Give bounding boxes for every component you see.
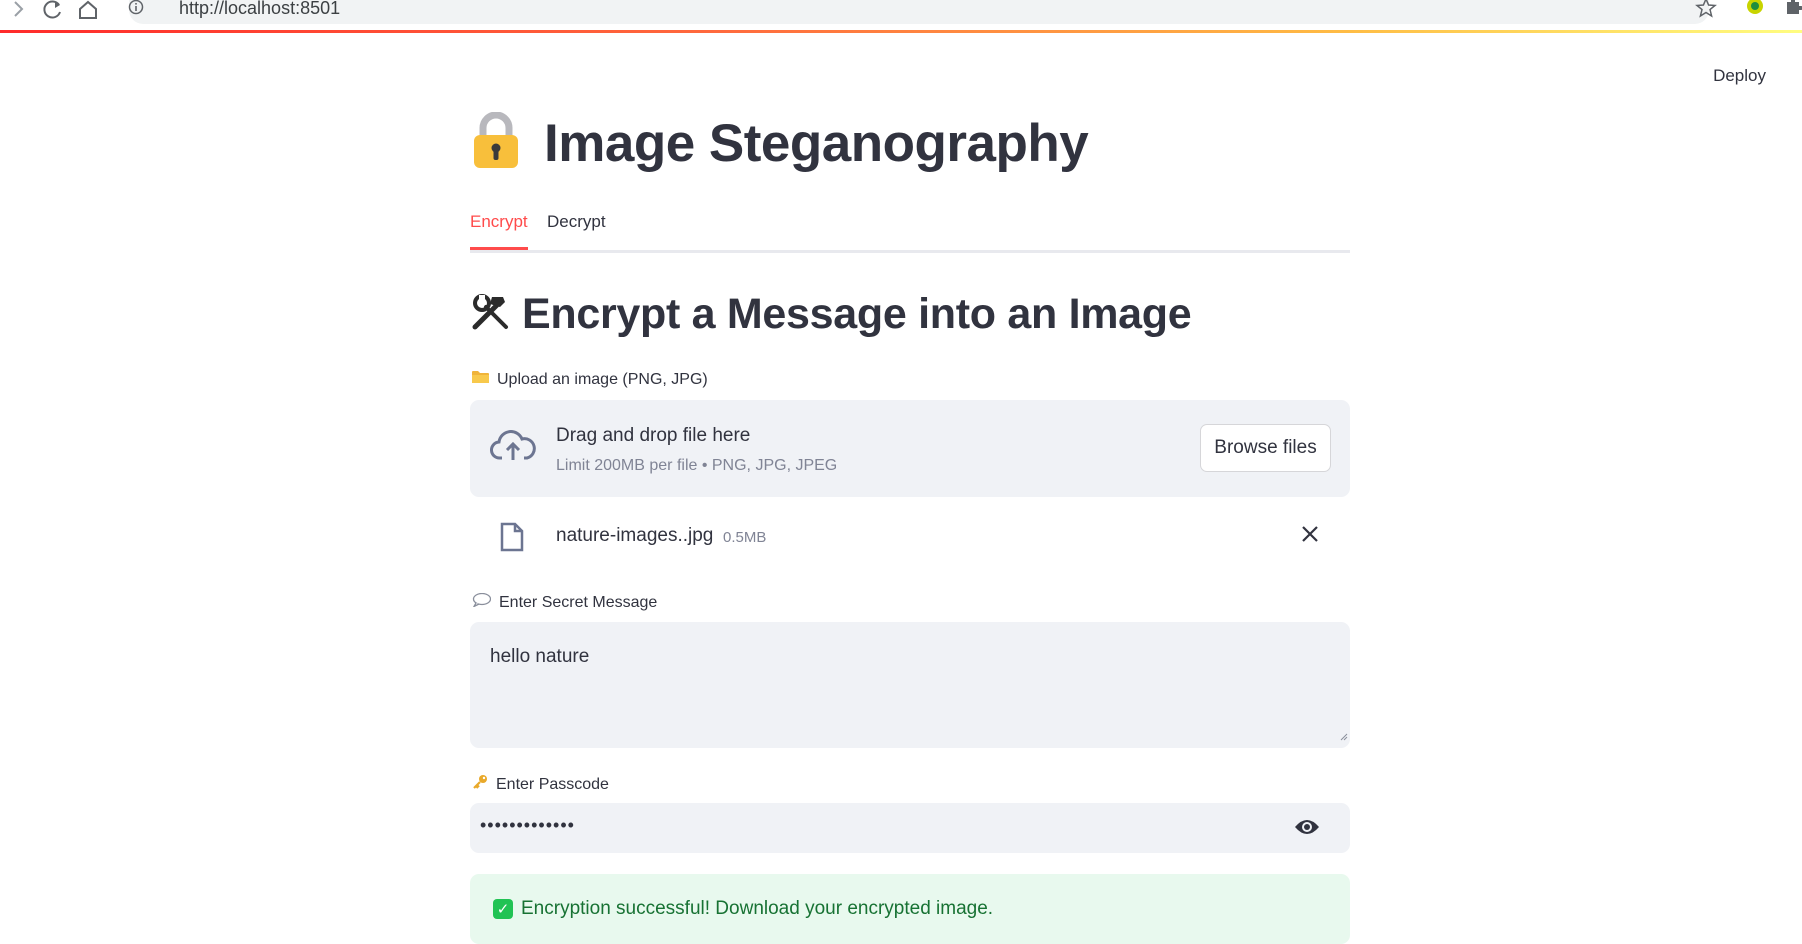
- success-alert-text: Encryption successful! Download your enc…: [521, 898, 994, 919]
- check-icon: ✓: [493, 899, 513, 919]
- tab-encrypt[interactable]: Encrypt: [470, 212, 528, 232]
- speech-bubble-icon: [472, 592, 492, 612]
- passcode-value[interactable]: •••••••••••••: [480, 815, 575, 836]
- section-title: Encrypt a Message into an Image: [470, 290, 1192, 339]
- show-password-eye-icon[interactable]: [1294, 818, 1320, 841]
- uploaded-file-name: nature-images..jpg: [556, 525, 714, 546]
- cloud-upload-icon: [490, 428, 536, 469]
- file-dropzone[interactable]: Drag and drop file here Limit 200MB per …: [470, 400, 1350, 497]
- secret-message-label: Enter Secret Message: [472, 592, 658, 612]
- upload-label: Upload an image (PNG, JPG): [472, 370, 708, 389]
- close-icon[interactable]: [1300, 524, 1320, 549]
- secret-message-textarea[interactable]: hello nature: [470, 622, 1350, 748]
- folder-icon: [472, 370, 489, 389]
- extensions-puzzle-icon[interactable]: [1785, 0, 1802, 20]
- address-bar[interactable]: [129, 0, 1709, 24]
- file-limit-text: Limit 200MB per file • PNG, JPG, JPEG: [556, 457, 838, 474]
- home-icon[interactable]: [77, 0, 99, 24]
- secret-message-value[interactable]: hello nature: [490, 646, 589, 668]
- reload-icon[interactable]: [42, 0, 64, 24]
- uploaded-file-row: nature-images..jpg 0.5MB: [470, 516, 1350, 560]
- extension-badge-icon[interactable]: [1745, 0, 1765, 20]
- passcode-input[interactable]: •••••••••••••: [470, 803, 1350, 853]
- active-tab-indicator: [470, 247, 528, 250]
- url-text[interactable]: http://localhost:8501: [179, 0, 340, 19]
- file-icon: [500, 522, 524, 557]
- bookmark-star-icon[interactable]: [1695, 0, 1717, 22]
- section-title-text: Encrypt a Message into an Image: [522, 290, 1192, 338]
- browse-files-button[interactable]: Browse files: [1200, 424, 1331, 472]
- key-icon: [472, 774, 488, 795]
- passcode-label: Enter Passcode: [472, 774, 609, 795]
- success-alert: ✓ Encryption successful! Download your e…: [470, 874, 1350, 944]
- drop-instructions: Drag and drop file here: [556, 425, 751, 446]
- upload-label-text: Upload an image (PNG, JPG): [497, 370, 708, 388]
- uploaded-file-size: 0.5MB: [723, 529, 767, 546]
- resize-handle-icon[interactable]: [1338, 728, 1348, 746]
- browser-toolbar: http://localhost:8501: [0, 0, 1802, 31]
- page-title: Image Steganography: [470, 111, 1089, 175]
- passcode-label-text: Enter Passcode: [496, 775, 609, 793]
- header-decoration-line: [0, 30, 1802, 33]
- tab-decrypt[interactable]: Decrypt: [547, 212, 606, 232]
- hammer-wrench-icon: [470, 292, 512, 337]
- site-info-icon[interactable]: [128, 0, 144, 20]
- tab-bar: Encrypt Decrypt: [470, 212, 1350, 253]
- forward-icon[interactable]: [12, 0, 26, 22]
- lock-icon: [470, 111, 522, 175]
- page-title-text: Image Steganography: [544, 114, 1089, 173]
- deploy-button[interactable]: Deploy: [1713, 66, 1766, 86]
- secret-message-label-text: Enter Secret Message: [499, 593, 658, 611]
